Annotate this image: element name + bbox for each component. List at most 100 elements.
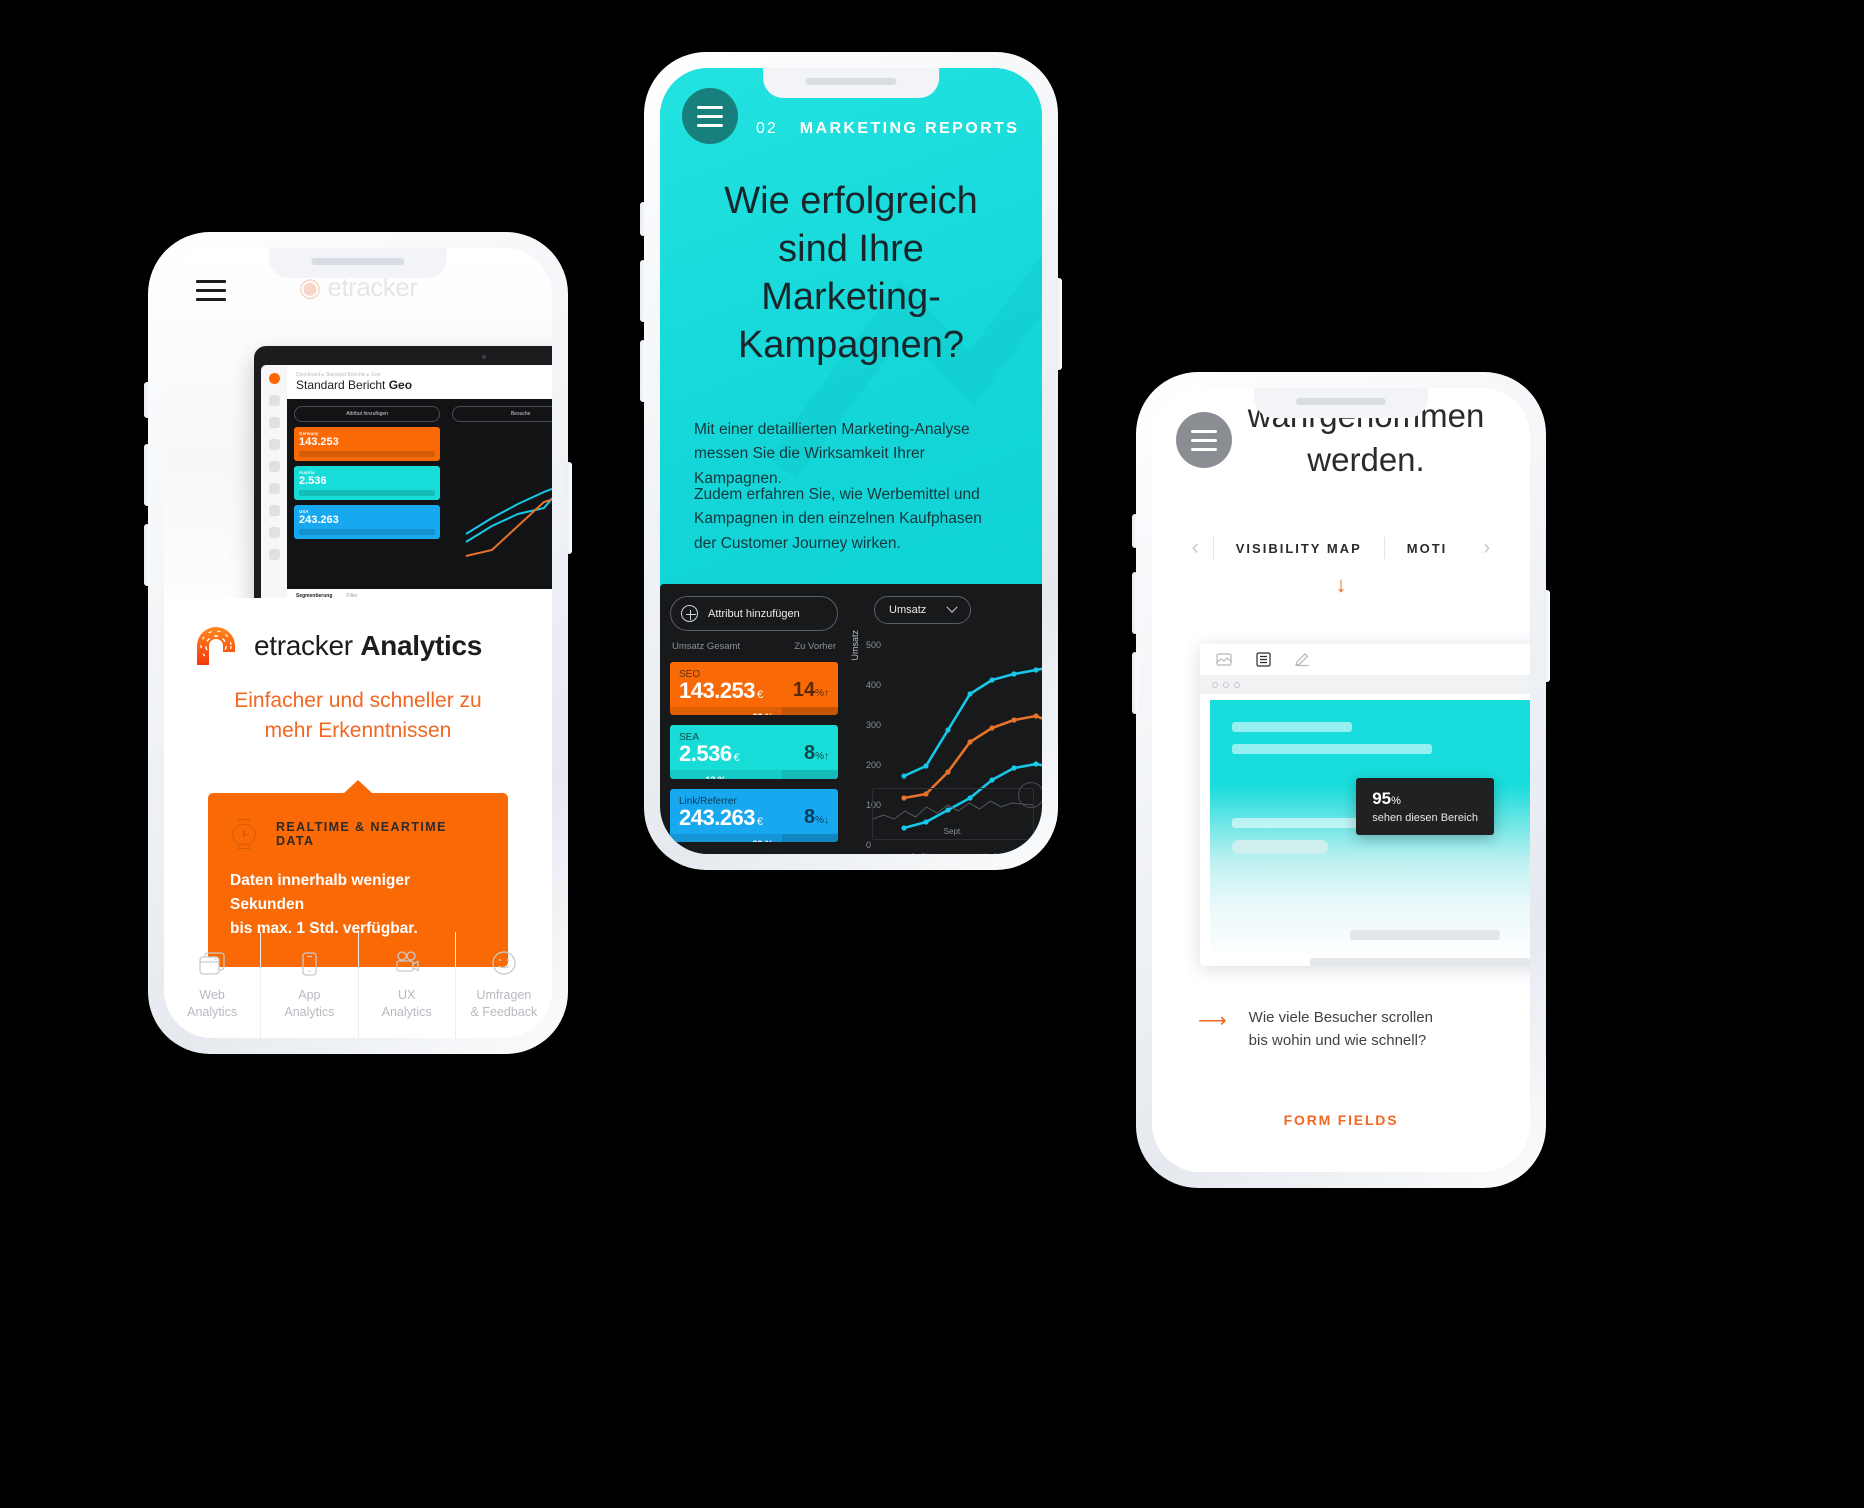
kpi-progress: 33 % <box>670 707 782 715</box>
close-icon[interactable]: ✕ <box>782 707 838 716</box>
videocamera-icon <box>392 950 422 978</box>
chevron-right-icon[interactable]: › <box>1469 536 1504 560</box>
dashboard-screenshot: Dashboard ▸ Standard Berichte ▸ Geo Stan… <box>261 365 552 598</box>
y-tick: 0 <box>866 840 872 850</box>
sidebar-icon-search <box>268 417 280 428</box>
report-title: Standard Bericht Geo <box>296 378 413 392</box>
tab-label: App Analytics <box>284 988 335 1019</box>
kpi-value: 2.536 € <box>679 741 740 767</box>
phone1-hero: ◉ etracker Dashboard ▸ Standard Berichte… <box>164 248 552 598</box>
screenshot-stage: ◉ etracker Dashboard ▸ Standard Berichte… <box>0 0 1864 1508</box>
brand-row: etracker Analytics <box>194 624 522 668</box>
placeholder-button <box>1232 840 1328 854</box>
tab-label: Web Analytics <box>187 988 238 1019</box>
power-button[interactable] <box>1544 590 1550 682</box>
footer-text: Wie viele Besucher scrollen bis wohin un… <box>1248 1009 1433 1049</box>
volume-down-button[interactable] <box>144 524 150 586</box>
phone3-screen: wahrgenommen werden. ‹ VISIBILITY MAP MO… <box>1152 388 1530 1172</box>
kpi-value: 243.263 € <box>679 804 763 830</box>
sidebar-icon-settings <box>268 549 280 560</box>
kpi-card-germany[interactable]: Germany 143.253 <box>294 427 441 462</box>
tab-ux-analytics[interactable]: UX Analytics <box>359 932 456 1038</box>
footer-note: ⟶ Wie viele Besucher scrollen bis wohin … <box>1198 1007 1504 1052</box>
add-attribute-button[interactable]: Attribut hinzufügen <box>294 406 441 422</box>
window-dot <box>1234 682 1240 688</box>
metric-select[interactable]: Umsatz <box>874 596 972 624</box>
hamburger-icon[interactable] <box>682 88 738 144</box>
list-icon[interactable] <box>1255 652 1272 667</box>
gallery-icon[interactable] <box>1216 652 1233 667</box>
power-button[interactable] <box>566 462 572 554</box>
callout-text: Daten innerhalb weniger Sekunden bis max… <box>230 871 418 937</box>
volume-down-button[interactable] <box>640 340 646 402</box>
phone-mockup-marketing-reports: 02 MARKETING REPORTS Wie erfolgreich sin… <box>640 52 1062 870</box>
kpi-card-seo[interactable]: SEO 143.253€ 14%↑ 33 % <box>670 662 838 716</box>
silent-switch[interactable] <box>144 382 150 418</box>
add-attribute-button[interactable]: Attribut hinzufügen <box>670 596 838 631</box>
kpi-card-sea[interactable]: SEA 2.536€ 8%↑ 12 % <box>670 725 838 779</box>
kpi-progress: 89 % <box>670 834 782 842</box>
tooltip-text: sehen diesen Bereich <box>1372 812 1478 824</box>
tab-label: UX Analytics <box>381 988 432 1019</box>
placeholder-bar <box>1232 744 1432 754</box>
silent-switch[interactable] <box>1132 514 1138 548</box>
settings-button[interactable] <box>1018 782 1042 808</box>
power-button[interactable] <box>1056 278 1062 370</box>
phone-icon <box>294 950 324 978</box>
kpi-change: 8%↓ <box>803 805 829 828</box>
close-icon[interactable]: ✕ <box>782 833 838 842</box>
volume-up-button[interactable] <box>640 260 646 322</box>
hamburger-icon[interactable] <box>1176 412 1232 468</box>
pen-icon[interactable] <box>1294 652 1311 667</box>
page-title: Wie erfolgreich sind Ihre Marketing-Kamp… <box>724 180 978 366</box>
browser-chrome <box>1200 676 1530 694</box>
window-dot <box>1223 682 1229 688</box>
y-tick: 400 <box>866 680 882 690</box>
dashboard-body: Attribut hinzufügen Germany 143.253 Aust… <box>287 399 552 589</box>
volume-up-button[interactable] <box>144 444 150 506</box>
tab-web-analytics[interactable]: Web Analytics <box>164 932 262 1038</box>
tab-surveys-feedback[interactable]: Umfragen & Feedback <box>456 932 552 1038</box>
sidebar-icon-visitors <box>268 461 280 472</box>
form-fields-link[interactable]: FORM FIELDS <box>1152 1112 1530 1128</box>
metric-select[interactable]: Besuche <box>452 406 552 422</box>
callout-title: REALTIME & NEARTIME DATA <box>276 819 447 848</box>
y-axis-label: Umsatz <box>850 630 860 661</box>
y-tick: 300 <box>866 720 882 730</box>
chevron-left-icon[interactable]: ‹ <box>1178 536 1213 560</box>
laptop-mockup: Dashboard ▸ Standard Berichte ▸ Geo Stan… <box>254 346 552 598</box>
x-tick: 4. Okt. <box>982 852 1009 854</box>
silent-switch[interactable] <box>640 202 646 236</box>
notch <box>268 248 448 278</box>
bottom-tab-bar: Web Analytics App Analytics UX Analytics… <box>164 932 552 1038</box>
kpi-card-link-referrer[interactable]: Link/Referrer 243.263€ 8%↓ 89 <box>670 788 838 842</box>
tab-visibility-map[interactable]: VISIBILITY MAP <box>1214 541 1384 556</box>
range-label: Sept. <box>943 827 963 836</box>
hamburger-icon[interactable] <box>196 280 226 307</box>
section-number: 02 <box>756 120 778 137</box>
range-slider[interactable]: Sept. <box>872 788 1034 840</box>
etracker-logo-icon <box>194 624 238 668</box>
kpi-progress: 12 % <box>670 770 782 778</box>
sparkline <box>872 800 1034 820</box>
volume-up-button[interactable] <box>1132 572 1138 634</box>
kpi-card-usa[interactable]: USA 243.263 <box>294 505 441 540</box>
heatmap-visualization: 95% sehen diesen Bereich <box>1210 700 1530 966</box>
revenue-chart-panel: Umsatz Umsatz 500 400 300 200 100 0 Sept… <box>848 584 1042 854</box>
tab-motion[interactable]: MOTI <box>1385 541 1470 556</box>
paragraph-1: Mit einer detaillierten Marketing-Analys… <box>694 421 970 487</box>
sidebar-icon-reports <box>268 439 280 450</box>
phone1-screen: ◉ etracker Dashboard ▸ Standard Berichte… <box>164 248 552 1038</box>
tab-label: Umfragen & Feedback <box>470 988 538 1019</box>
callout-header: REALTIME & NEARTIME DATA <box>230 818 486 849</box>
sidebar-icon-campaigns <box>268 505 280 516</box>
tagline: Einfacher und schneller zu mehr Erkenntn… <box>234 689 482 743</box>
sidebar-icon-pages <box>268 527 280 538</box>
tab-app-analytics[interactable]: App Analytics <box>261 932 359 1038</box>
close-icon[interactable]: ✕ <box>782 770 838 779</box>
kpi-card-austria[interactable]: Austria 2.536 <box>294 466 441 501</box>
card-toolbar <box>1200 644 1530 676</box>
kpi-progress-label: 89 % <box>679 839 773 842</box>
volume-down-button[interactable] <box>1132 652 1138 714</box>
laptop-lid: Dashboard ▸ Standard Berichte ▸ Geo Stan… <box>254 346 552 598</box>
